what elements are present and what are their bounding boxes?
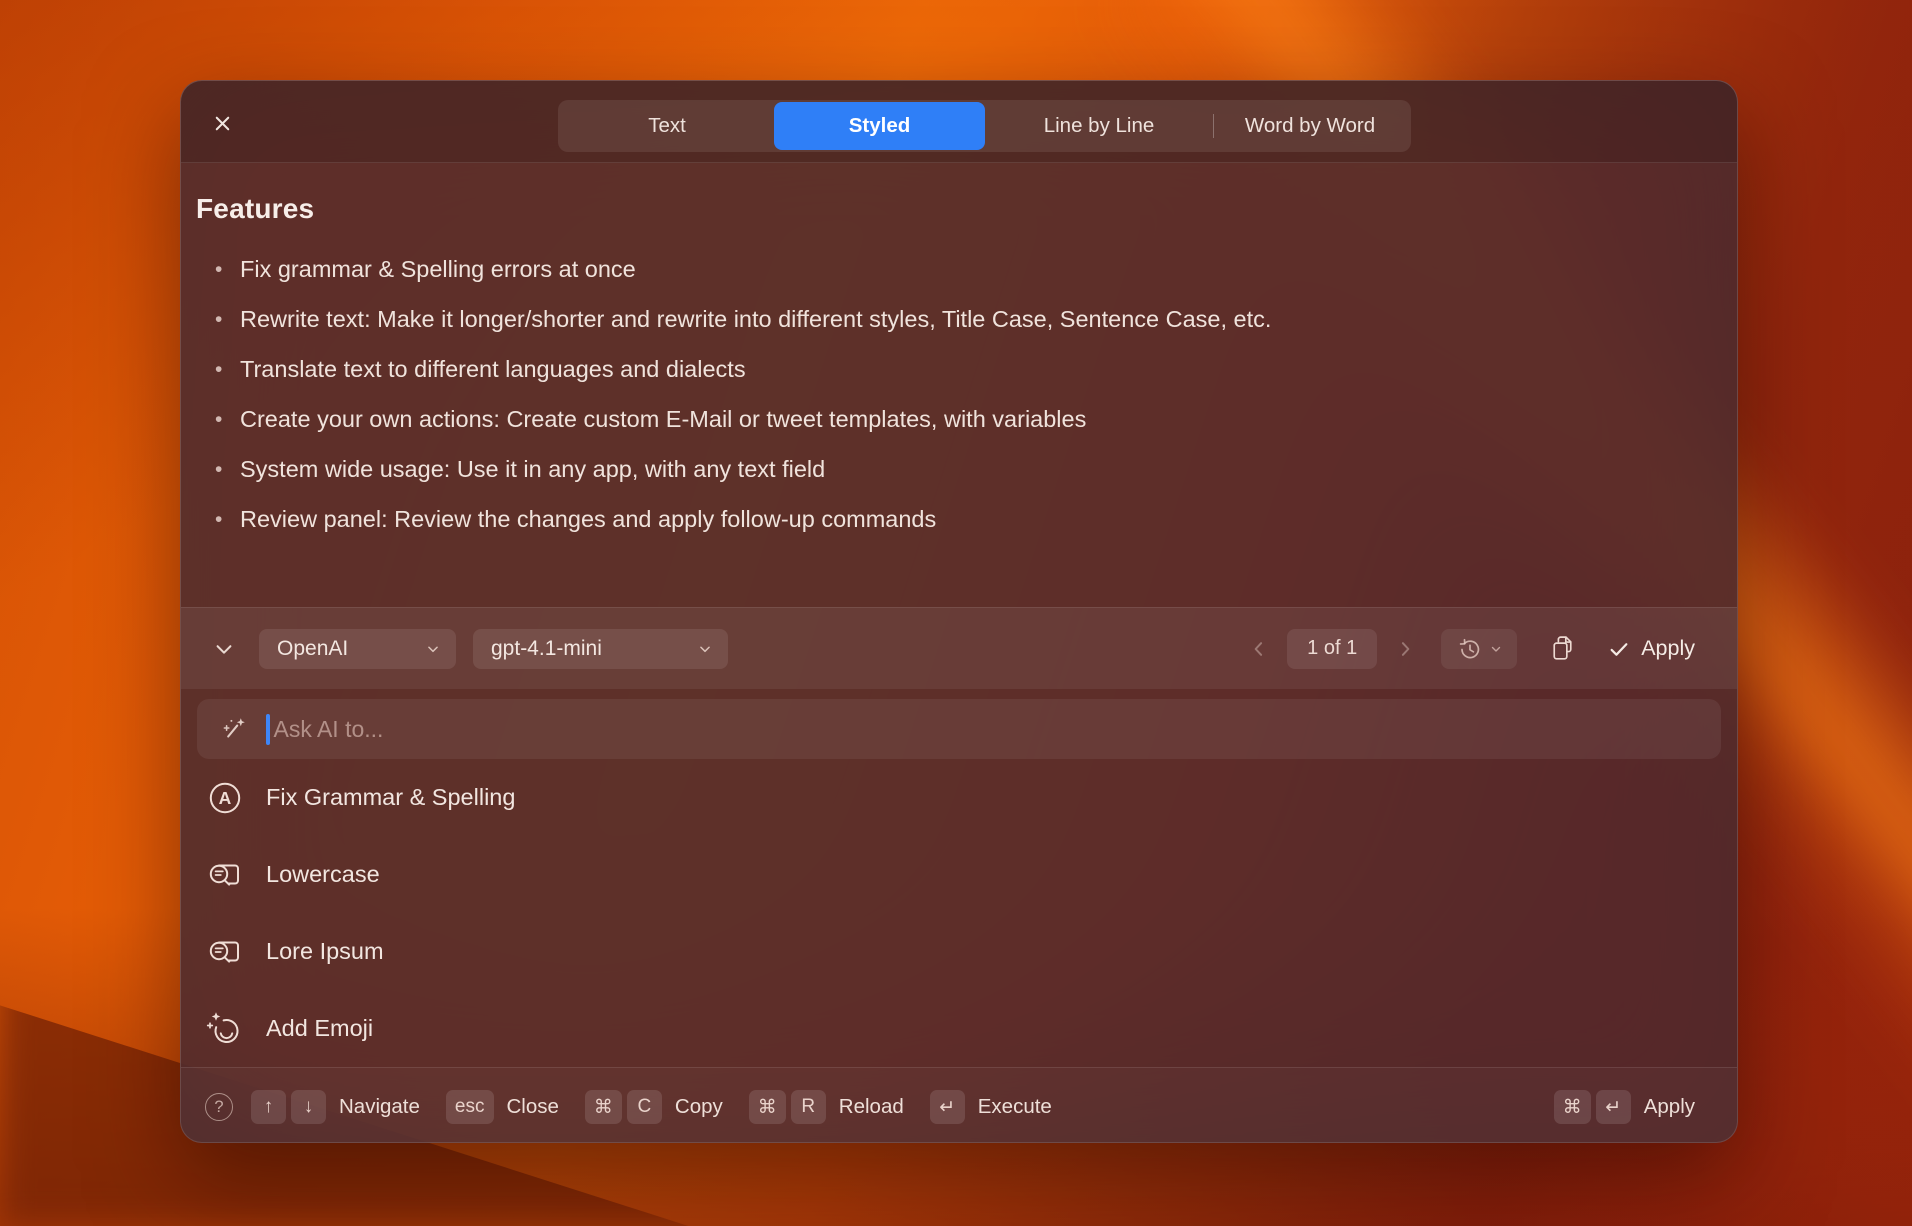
tab-line-by-line[interactable]: Line by Line: [985, 102, 1213, 150]
shortcut-navigate: ↑ ↓ Navigate: [251, 1090, 420, 1124]
action-item-lowercase[interactable]: Lowercase: [181, 836, 1737, 913]
action-item-add-emoji[interactable]: Add Emoji: [181, 990, 1737, 1067]
ai-command-window: Text Styled Line by Line Word by Word Fe…: [180, 80, 1738, 1143]
action-label: Lore Ipsum: [266, 938, 384, 965]
shortcut-execute: ↵ Execute: [930, 1090, 1052, 1124]
copy-icon: [1547, 633, 1578, 664]
help-button[interactable]: ?: [205, 1093, 233, 1121]
arrow-down-key: ↓: [291, 1090, 326, 1124]
feature-item: Fix grammar & Spelling errors at once: [196, 251, 1697, 288]
a-circle-icon: A: [205, 779, 245, 817]
next-result-button[interactable]: [1391, 639, 1419, 659]
chevron-right-icon: [1395, 639, 1415, 659]
r-key: R: [791, 1090, 826, 1124]
chevron-down-icon: [213, 638, 235, 660]
shortcut-reload: ⌘ R Reload: [749, 1090, 904, 1124]
response-content: Features Fix grammar & Spelling errors a…: [181, 163, 1737, 607]
provider-dropdown[interactable]: OpenAI: [259, 629, 456, 669]
magic-wand-icon: [221, 715, 249, 743]
shortcut-label: Reload: [839, 1095, 904, 1119]
title-bar: Text Styled Line by Line Word by Word: [181, 81, 1737, 163]
provider-dropdown-value: OpenAI: [277, 637, 348, 661]
feature-item: Translate text to different languages an…: [196, 351, 1697, 388]
chevron-left-icon: [1249, 639, 1269, 659]
features-heading: Features: [196, 193, 1697, 225]
prompt-input[interactable]: Ask AI to...: [197, 699, 1721, 759]
model-toolbar: OpenAI gpt-4.1-mini 1 of 1: [181, 607, 1737, 689]
chevron-down-icon: [1490, 643, 1502, 655]
apply-button[interactable]: Apply: [1608, 636, 1695, 661]
history-clock-icon: [1457, 636, 1483, 662]
checkmark-icon: [1608, 638, 1630, 660]
action-label: Fix Grammar & Spelling: [266, 784, 515, 811]
feature-item: System wide usage: Use it in any app, wi…: [196, 451, 1697, 488]
arrow-up-key: ↑: [251, 1090, 286, 1124]
chevron-down-icon: [426, 642, 440, 656]
action-label: Lowercase: [266, 861, 380, 888]
action-item-lore-ipsum[interactable]: Lore Ipsum: [181, 913, 1737, 990]
shortcut-close: esc Close: [446, 1090, 559, 1124]
return-key: ↵: [1596, 1090, 1631, 1124]
close-button[interactable]: [207, 108, 237, 138]
apply-button-label: Apply: [1641, 636, 1695, 661]
command-key: ⌘: [749, 1090, 786, 1124]
return-key: ↵: [930, 1090, 965, 1124]
model-dropdown[interactable]: gpt-4.1-mini: [473, 629, 728, 669]
feature-item: Create your own actions: Create custom E…: [196, 401, 1697, 438]
text-caret: [266, 714, 270, 745]
c-key: C: [627, 1090, 662, 1124]
history-dropdown[interactable]: [1441, 629, 1517, 669]
shortcut-copy: ⌘ C Copy: [585, 1090, 723, 1124]
view-mode-segmented-control: Text Styled Line by Line Word by Word: [558, 100, 1411, 152]
text-search-icon: [205, 856, 245, 894]
shortcut-status-bar: ? ↑ ↓ Navigate esc Close ⌘ C Copy ⌘ R Re…: [181, 1067, 1737, 1143]
shortcut-label: Copy: [675, 1095, 723, 1119]
shortcut-label: Navigate: [339, 1095, 420, 1119]
tab-word-by-word[interactable]: Word by Word: [1214, 102, 1406, 150]
shortcut-label: Execute: [978, 1095, 1052, 1119]
model-dropdown-value: gpt-4.1-mini: [491, 637, 602, 661]
action-item-fix-grammar[interactable]: A Fix Grammar & Spelling: [181, 759, 1737, 836]
text-search-icon: [205, 933, 245, 971]
tab-text[interactable]: Text: [560, 102, 774, 150]
close-icon: [211, 112, 234, 135]
copy-result-button[interactable]: [1547, 633, 1578, 664]
shortcut-label: Apply: [1644, 1095, 1695, 1119]
question-mark-icon: ?: [214, 1098, 223, 1117]
command-area: Ask AI to... A Fix Grammar & Spelling: [181, 689, 1737, 1067]
command-key: ⌘: [585, 1090, 622, 1124]
action-label: Add Emoji: [266, 1015, 373, 1042]
feature-item: Review panel: Review the changes and app…: [196, 501, 1697, 538]
svg-text:A: A: [219, 788, 232, 808]
chevron-down-icon: [698, 642, 712, 656]
command-key: ⌘: [1554, 1090, 1591, 1124]
shortcut-apply: ⌘ ↵ Apply: [1554, 1090, 1695, 1124]
prompt-placeholder: Ask AI to...: [274, 716, 384, 743]
previous-result-button[interactable]: [1245, 639, 1273, 659]
tab-styled[interactable]: Styled: [774, 102, 985, 150]
pagination-counter: 1 of 1: [1287, 629, 1377, 669]
features-list: Fix grammar & Spelling errors at once Re…: [196, 251, 1697, 538]
feature-item: Rewrite text: Make it longer/shorter and…: [196, 301, 1697, 338]
collapse-button[interactable]: [209, 638, 239, 660]
esc-key: esc: [446, 1090, 494, 1124]
shortcut-label: Close: [507, 1095, 559, 1119]
emoji-sparkle-icon: [205, 1010, 245, 1048]
